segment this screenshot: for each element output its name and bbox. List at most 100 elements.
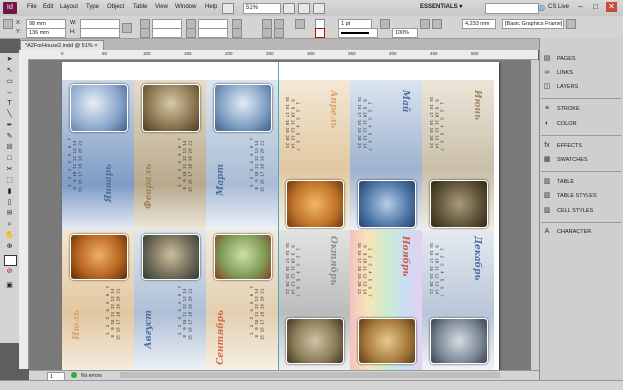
- constrain-proportions-icon[interactable]: [122, 23, 132, 33]
- stroke-swatch-icon[interactable]: [315, 28, 325, 38]
- screen-mode-icon[interactable]: [298, 3, 310, 14]
- gradient-feather-tool-icon[interactable]: ▯: [4, 198, 15, 207]
- view-options-icon[interactable]: [283, 3, 295, 14]
- menu-table[interactable]: Table: [133, 4, 147, 10]
- scale-y-field[interactable]: [152, 28, 182, 38]
- y-position-field[interactable]: 136 mm: [26, 28, 66, 38]
- selection-tool-icon[interactable]: ➤: [4, 55, 15, 64]
- opacity-field[interactable]: 100%: [392, 28, 418, 38]
- text-wrap-icon[interactable]: [420, 19, 430, 29]
- panel-layers[interactable]: ◫ LAYERS: [541, 81, 621, 93]
- height-field[interactable]: [80, 28, 120, 38]
- line-tool-icon[interactable]: ╲: [4, 110, 15, 119]
- calendar-tile-march[interactable]: 1 2 3 4 5 6 7 8 9 10 11 12 13 14 15 16 1…: [206, 80, 278, 230]
- calendar-grid: 1 2 3 4 5 6 7 8 9 10 11 12 13 14 15 16 1…: [356, 240, 372, 297]
- horizontal-ruler[interactable]: 0 50 100 150 200 250 300 350 400 450 500: [19, 50, 538, 60]
- rectangle-frame-tool-icon[interactable]: ☒: [4, 143, 15, 152]
- menu-help[interactable]: Help: [205, 4, 217, 10]
- horizontal-scrollbar[interactable]: [120, 372, 500, 378]
- stroke-type-field[interactable]: [338, 28, 378, 38]
- apply-none-icon[interactable]: ⊘: [4, 267, 15, 276]
- free-transform-tool-icon[interactable]: ⬚: [4, 176, 15, 185]
- drop-shadow-icon[interactable]: [380, 19, 390, 29]
- select-next-icon[interactable]: [274, 28, 284, 38]
- panel-pages[interactable]: ▤ PAGES: [541, 53, 621, 65]
- menu-window[interactable]: Window: [175, 4, 196, 10]
- normal-view-icon[interactable]: ▣: [4, 281, 15, 290]
- hand-tool-icon[interactable]: ✋: [4, 231, 15, 240]
- menu-view[interactable]: View: [155, 4, 168, 10]
- minimize-button[interactable]: –: [575, 2, 586, 12]
- calendar-tile-january[interactable]: 1 2 3 4 5 6 7 8 9 10 11 12 13 14 15 16 1…: [62, 80, 134, 230]
- menu-file[interactable]: File: [27, 4, 37, 10]
- calendar-tile-december[interactable]: Декабрь 1 2 3 4 5 6 7 8 9 10 11 12 13 14…: [422, 230, 494, 370]
- direct-selection-tool-icon[interactable]: ↖: [4, 66, 15, 75]
- menu-type[interactable]: Type: [86, 4, 99, 10]
- fitting-icon[interactable]: [432, 19, 442, 29]
- panel-table[interactable]: ▥ TABLE: [541, 176, 621, 188]
- panel-cell-styles[interactable]: ▥ CELL STYLES: [541, 205, 621, 217]
- calendar-grid: 1 2 3 4 5 6 7 8 9 10 11 12 13 14 15 16 1…: [356, 94, 372, 151]
- pen-tool-icon[interactable]: ✒: [4, 121, 15, 130]
- pencil-tool-icon[interactable]: ✎: [4, 132, 15, 141]
- panel-table-styles[interactable]: ▥ TABLE STYLES: [541, 190, 621, 202]
- menu-object[interactable]: Object: [107, 4, 124, 10]
- vertical-scrollbar[interactable]: [531, 60, 539, 370]
- vertical-ruler[interactable]: [19, 59, 29, 369]
- page-tool-icon[interactable]: ▭: [4, 77, 15, 86]
- shear-icon[interactable]: [186, 28, 196, 38]
- object-style-field[interactable]: [Basic Graphics Frame]: [502, 19, 564, 29]
- panel-links[interactable]: ∞ LINKS: [541, 67, 621, 79]
- calendar-tile-april[interactable]: Апрель 1 2 3 4 5 6 7 8 9 10 11 12 13 14 …: [278, 80, 350, 230]
- calendar-tile-november[interactable]: Ноябрь 1 2 3 4 5 6 7 8 9 10 11 12 13 14 …: [350, 230, 422, 370]
- panel-swatches[interactable]: ▦ SWATCHES: [541, 154, 621, 166]
- month-photo: [358, 180, 416, 228]
- note-tool-icon[interactable]: ✉: [4, 209, 15, 218]
- preflight-status-text: No errors: [81, 373, 102, 379]
- calendar-tile-february[interactable]: 1 2 3 4 5 6 7 8 9 10 11 12 13 14 15 16 1…: [134, 80, 206, 230]
- fill-stroke-swatch-icon[interactable]: [4, 255, 17, 266]
- close-tab-icon[interactable]: ×: [94, 43, 97, 49]
- ruler-label: 500: [471, 51, 479, 56]
- calendar-tile-may[interactable]: Май 1 2 3 4 5 6 7 8 9 10 11 12 13 14 15 …: [350, 80, 422, 230]
- type-tool-icon[interactable]: T: [4, 99, 15, 108]
- eyedropper-tool-icon[interactable]: ⌕: [4, 220, 15, 229]
- scissors-tool-icon[interactable]: ✂: [4, 165, 15, 174]
- maximize-button[interactable]: □: [590, 2, 601, 12]
- rectangle-tool-icon[interactable]: □: [4, 154, 15, 163]
- arrange-documents-icon[interactable]: [313, 3, 325, 14]
- month-photo: [286, 318, 344, 364]
- flip-vertical-icon[interactable]: [232, 28, 242, 38]
- calendar-tile-june[interactable]: Июнь 1 2 3 4 5 6 7 8 9 10 11 12 13 14 15…: [422, 80, 494, 230]
- shear-field[interactable]: [198, 28, 228, 38]
- reference-point-icon[interactable]: [3, 19, 13, 29]
- search-input[interactable]: [485, 3, 539, 14]
- ruler-label: 250: [266, 51, 274, 56]
- panel-character[interactable]: A CHARACTER: [541, 226, 621, 238]
- workspace-switcher[interactable]: ESSENTIALS ▾: [420, 3, 462, 10]
- gradient-tool-icon[interactable]: ▮: [4, 187, 15, 196]
- calendar-tile-october[interactable]: Октябрь 1 2 3 4 5 6 7 8 9 10 11 12 13 14…: [278, 230, 350, 370]
- calendar-tile-july[interactable]: 1 2 3 4 5 6 7 8 9 10 11 12 13 14 15 16 1…: [62, 230, 134, 370]
- panel-color[interactable]: ◐ COLOR: [541, 118, 621, 130]
- select-previous-icon[interactable]: [262, 28, 272, 38]
- bridge-icon[interactable]: [222, 3, 234, 14]
- zoom-tool-icon[interactable]: ⊕: [4, 242, 15, 251]
- menu-layout[interactable]: Layout: [60, 4, 78, 10]
- close-button[interactable]: ✕: [606, 2, 617, 12]
- panel-stroke[interactable]: ≡ STROKE: [541, 103, 621, 115]
- gap-tool-icon[interactable]: ↔: [4, 88, 15, 97]
- zoom-level-field[interactable]: 51%: [243, 3, 281, 14]
- panel-menu-icon[interactable]: [566, 19, 576, 29]
- document-page[interactable]: 1 2 3 4 5 6 7 8 9 10 11 12 13 14 15 16 1…: [62, 62, 499, 370]
- cs-live-label[interactable]: CS Live: [548, 4, 569, 10]
- align-icon[interactable]: [295, 19, 305, 29]
- gap-field[interactable]: 4,233 mm: [462, 19, 496, 29]
- ruler-label: 300: [307, 51, 315, 56]
- panel-divider: [541, 135, 621, 136]
- menu-edit[interactable]: Edit: [43, 4, 53, 10]
- calendar-tile-august[interactable]: 1 2 3 4 5 6 7 8 9 10 11 12 13 14 15 16 1…: [134, 230, 206, 370]
- calendar-tile-september[interactable]: 1 2 3 4 5 6 7 8 9 10 11 12 13 14 15 16 1…: [206, 230, 278, 370]
- scale-y-icon[interactable]: [140, 28, 150, 38]
- panel-effects[interactable]: fx EFFECTS: [541, 140, 621, 152]
